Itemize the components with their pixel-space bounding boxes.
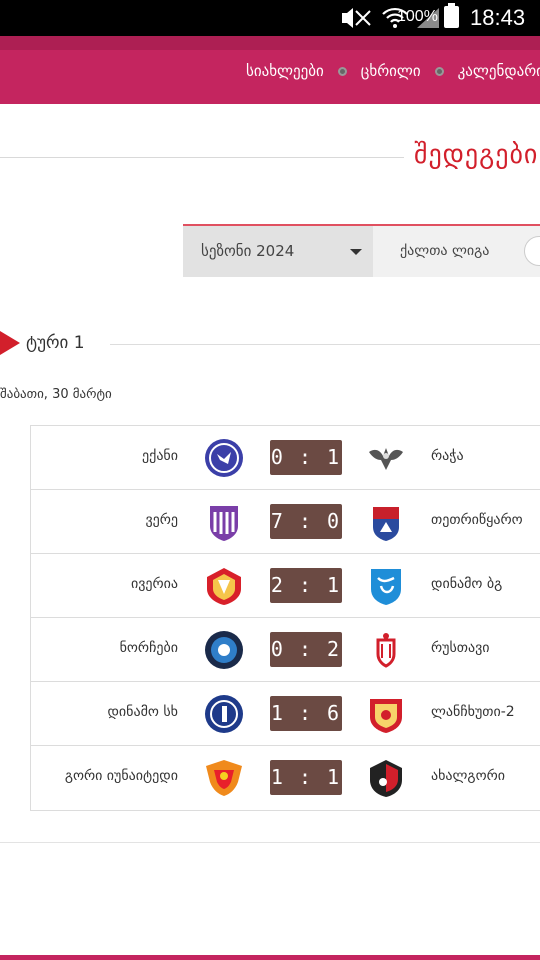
team-logo-icon (370, 760, 402, 797)
round-label: ტური 1 (26, 333, 85, 353)
team-logo-icon (370, 699, 402, 733)
match-score: 0 : 1 (270, 440, 342, 475)
home-team-name: ივერია (130, 576, 178, 592)
nav-item-table[interactable]: ცხრილი (361, 62, 421, 80)
content-divider (0, 842, 540, 843)
home-team-name: ნორჩები (119, 640, 178, 656)
home-team-name: დინამო სხ (107, 704, 178, 720)
team-logo-icon (207, 568, 241, 605)
team-logo-icon (373, 507, 399, 541)
team-logo-icon (376, 633, 396, 668)
home-team-name: გორი იუნაიტედი (64, 768, 178, 784)
battery-percent: 100% (397, 8, 438, 25)
match-date: შაბათი, 30 მარტი (0, 387, 112, 402)
away-team-name: რუსთავი (431, 640, 490, 656)
match-score: 0 : 2 (270, 632, 342, 667)
match-row[interactable]: გორი იუნაიტედი 1 : 1 ახალგორი (31, 746, 540, 810)
nav-separator-icon (434, 66, 444, 76)
page-title: შედეგები (414, 140, 539, 170)
match-row[interactable]: ნორჩები 0 : 2 რუსთავი (31, 618, 540, 682)
title-divider (0, 157, 404, 158)
match-list: ექანი 0 : 1 რაჭა ვერე 7 : 0 თეთრიწყარო ი… (30, 425, 540, 811)
team-logo-icon (206, 760, 242, 796)
league-tab[interactable]: ქალთა ლიგა (373, 226, 540, 277)
season-select-value: სეზონი 2024 (201, 242, 295, 260)
match-score: 7 : 0 (270, 504, 342, 539)
match-row[interactable]: დინამო სხ 1 : 6 ლანჩხუთი-2 (31, 682, 540, 746)
match-row[interactable]: ვერე 7 : 0 თეთრიწყარო (31, 490, 540, 554)
season-select[interactable]: სეზონი 2024 (183, 226, 373, 277)
home-team-name: ვერე (145, 512, 178, 528)
footer-band (0, 955, 540, 960)
match-score: 2 : 1 (270, 568, 342, 603)
away-team-name: თეთრიწყარო (431, 512, 523, 528)
league-tab-label: ქალთა ლიგა (400, 243, 490, 259)
nav-band (0, 36, 540, 50)
away-team-name: დინამო ბგ (431, 576, 503, 592)
team-logo-icon (369, 448, 403, 470)
nav-separator-icon (337, 66, 347, 76)
battery-icon (444, 3, 459, 28)
round-divider (110, 344, 540, 345)
away-team-name: რაჭა (431, 448, 464, 464)
status-bar: 100% 18:43 (0, 0, 540, 36)
round-arrow-icon (0, 331, 20, 355)
home-team-name: ექანი (142, 448, 178, 464)
nav-item-calendar[interactable]: კალენდარი (458, 62, 540, 80)
nav-item-news[interactable]: სიახლეები (246, 62, 324, 80)
clock: 18:43 (470, 5, 526, 30)
app-screen: 100% 18:43 სიახლეები ცხრილი კალენდარი შე… (0, 0, 540, 960)
team-logo-icon (205, 695, 243, 733)
team-logo-icon (205, 631, 243, 669)
match-score: 1 : 6 (270, 696, 342, 731)
filter-bar: სეზონი 2024 ქალთა ლიგა (183, 224, 540, 277)
team-logo-icon (205, 439, 243, 477)
match-row[interactable]: ივერია 2 : 1 დინამო ბგ (31, 554, 540, 618)
team-logo-icon (371, 569, 401, 605)
chevron-down-icon (350, 249, 362, 255)
away-team-name: ლანჩხუთი-2 (431, 704, 515, 720)
team-logo-icon (210, 506, 238, 541)
mute-icon (342, 8, 371, 28)
match-score: 1 : 1 (270, 760, 342, 795)
match-row[interactable]: ექანი 0 : 1 რაჭა (31, 426, 540, 490)
top-nav: სიახლეები ცხრილი კალენდარი (0, 36, 540, 104)
away-team-name: ახალგორი (431, 768, 505, 784)
nav-items: სიახლეები ცხრილი კალენდარი (246, 62, 540, 80)
